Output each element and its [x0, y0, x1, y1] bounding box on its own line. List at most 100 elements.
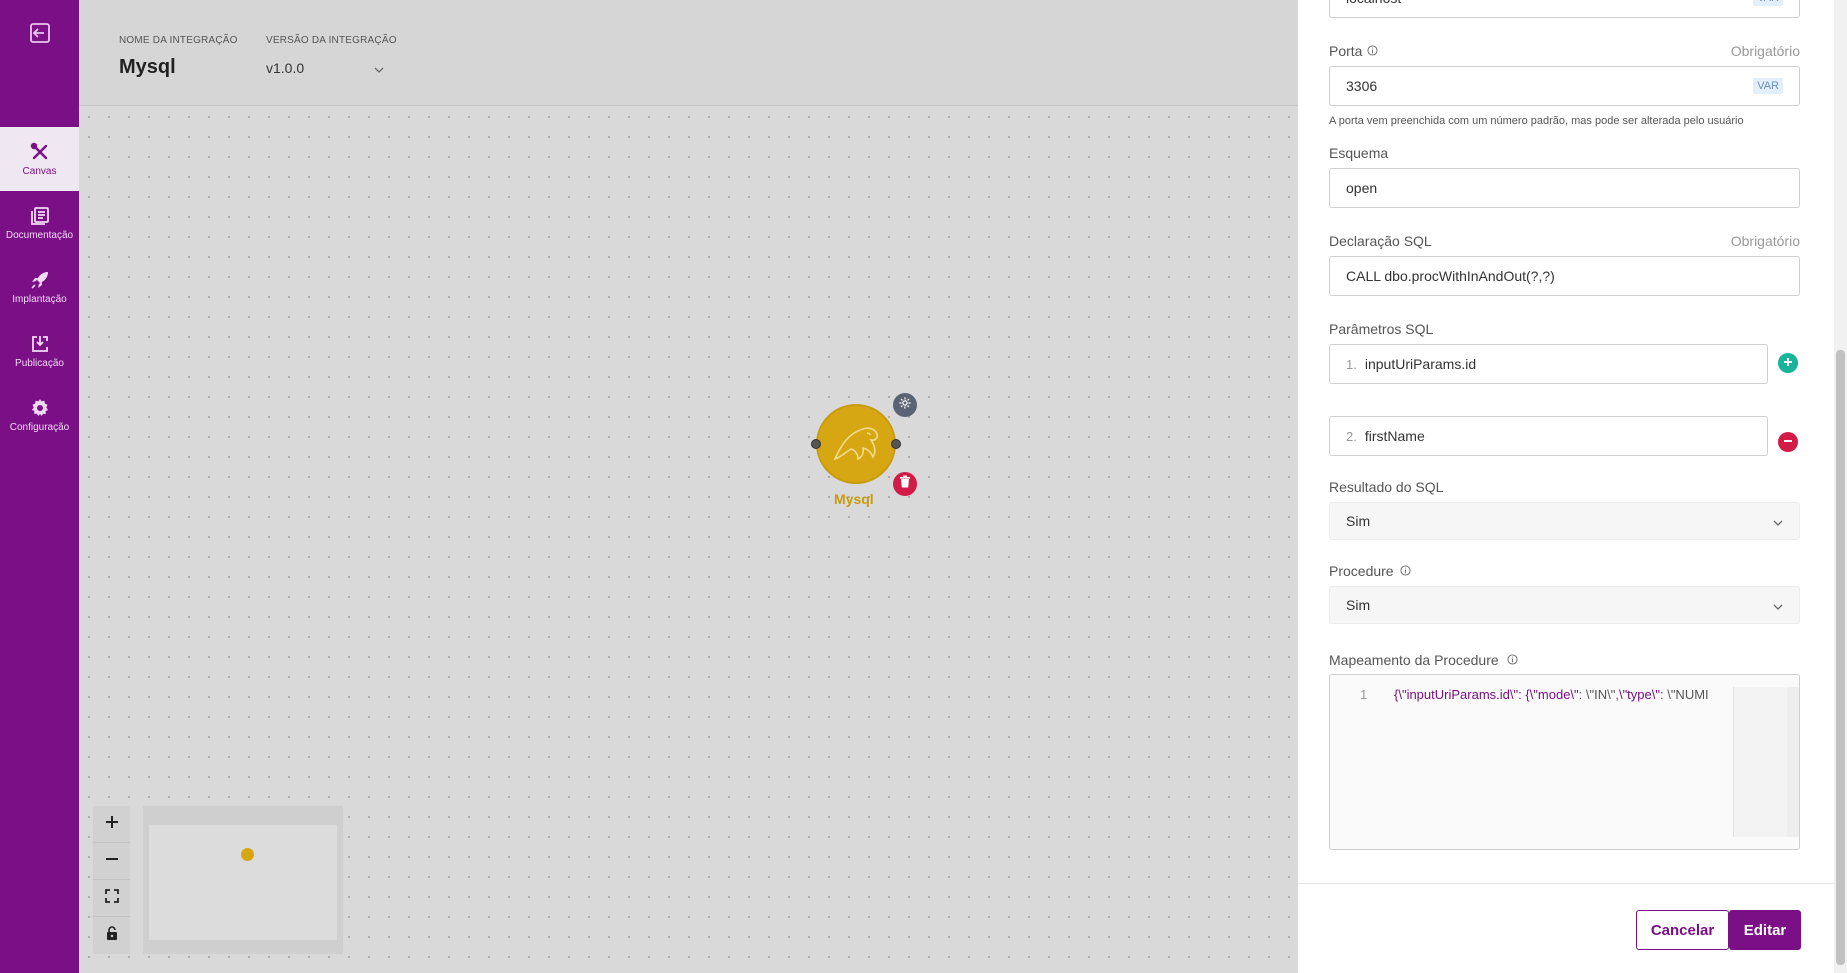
sidebar-item-publicacao[interactable]: Publicação [0, 319, 79, 383]
sql-param-input[interactable]: 2. firstName [1329, 416, 1768, 456]
procedure-label: Procedure [1329, 563, 1394, 579]
host-value: localhost [1346, 0, 1401, 6]
zoom-in-button[interactable] [93, 806, 130, 843]
sidebar-item-label: Implantação [12, 294, 67, 305]
panel-scrollbar[interactable] [1834, 0, 1847, 973]
integration-name-label: NOME DA INTEGRAÇÃO [119, 35, 238, 46]
line-number: 1 [1360, 687, 1368, 702]
sidebar-item-label: Publicação [15, 358, 64, 369]
editor-scrollbar[interactable] [1787, 687, 1799, 837]
integration-version-label: VERSÃO DA INTEGRAÇÃO [266, 35, 397, 46]
sidebar-item-label: Canvas [22, 166, 57, 177]
integration-name: Mysql [119, 56, 176, 78]
remove-param-button[interactable] [1778, 432, 1798, 452]
add-param-button[interactable] [1778, 353, 1798, 373]
document-icon [29, 205, 51, 227]
sidebar-item-configuracao[interactable]: Configuração [0, 383, 79, 447]
panel-footer: Cancelar Editar [1298, 883, 1847, 973]
chevron-down-icon [374, 60, 384, 76]
port-value: 3306 [1346, 78, 1378, 94]
sidebar-item-label: Configuração [9, 422, 70, 433]
info-icon[interactable] [1367, 43, 1379, 59]
plus-icon [105, 815, 119, 834]
schema-input[interactable]: open [1329, 168, 1800, 208]
schema-value: open [1346, 180, 1378, 196]
port-hint: A porta vem preenchida com um número pad… [1329, 115, 1744, 127]
mysql-node[interactable] [816, 404, 896, 484]
exit-button[interactable] [0, 0, 79, 127]
node-output-handle[interactable] [891, 439, 901, 449]
code-text: {\"inputUriParams.id\": {\"mode\": \"IN\… [1394, 687, 1709, 702]
info-icon[interactable] [1400, 563, 1411, 579]
zoom-out-button[interactable] [93, 843, 130, 880]
result-value: Sim [1346, 513, 1371, 529]
result-label: Resultado do SQL [1329, 479, 1444, 495]
minus-icon [1783, 433, 1793, 451]
sidebar: Canvas Documentação Implantação Publicaç… [0, 0, 79, 973]
fullscreen-icon [104, 888, 119, 908]
required-tag: Obrigatório [1730, 43, 1800, 59]
var-badge[interactable]: VAR [1753, 78, 1783, 94]
sql-input[interactable]: CALL dbo.procWithInAndOut(?,?) [1329, 256, 1800, 296]
sql-value: CALL dbo.procWithInAndOut(?,?) [1346, 268, 1555, 284]
zoom-controls [93, 806, 130, 954]
edit-button[interactable]: Editar [1729, 910, 1801, 950]
param-value: inputUriParams.id [1364, 356, 1477, 372]
port-input[interactable]: 3306 VAR [1329, 66, 1800, 106]
param-number: 1. [1346, 356, 1357, 372]
scrollbar-thumb[interactable] [1836, 350, 1845, 965]
integration-name-block: NOME DA INTEGRAÇÃO Mysql [119, 35, 238, 79]
download-box-icon [29, 333, 51, 355]
code-key: {\"inputUriParams.id\": {\"mode\" [1394, 687, 1579, 702]
node-label: Mysql [834, 491, 874, 507]
plus-icon [1783, 354, 1793, 372]
chevron-down-icon [1773, 513, 1783, 529]
procedure-select[interactable]: Sim [1329, 586, 1800, 624]
params-label-row: Parâmetros SQL [1329, 321, 1800, 337]
gear-icon [898, 396, 912, 415]
port-label-row: Porta Obrigatório [1329, 43, 1800, 59]
minus-icon [105, 852, 119, 871]
rocket-icon [29, 269, 51, 291]
params-label: Parâmetros SQL [1329, 321, 1434, 337]
mapping-label-row: Mapeamento da Procedure [1329, 652, 1800, 668]
cancel-button[interactable]: Cancelar [1636, 910, 1729, 950]
version-value: v1.0.0 [266, 60, 305, 76]
trash-icon [899, 475, 911, 493]
host-input[interactable]: localhost VAR [1329, 0, 1800, 18]
sql-param-input[interactable]: 1. inputUriParams.id [1329, 344, 1768, 384]
lock-button[interactable] [93, 917, 130, 954]
integration-version-block: VERSÃO DA INTEGRAÇÃO v1.0.0 [266, 35, 397, 76]
chevron-down-icon [1773, 597, 1783, 613]
info-icon[interactable] [1507, 652, 1518, 668]
sidebar-item-canvas[interactable]: Canvas [0, 127, 79, 191]
node-input-handle[interactable] [811, 439, 821, 449]
var-badge[interactable]: VAR [1753, 0, 1783, 6]
sidebar-item-documentacao[interactable]: Documentação [0, 191, 79, 255]
param-number: 2. [1346, 428, 1357, 444]
minimap-node [241, 848, 254, 861]
minimap-viewport [149, 825, 337, 940]
result-select[interactable]: Sim [1329, 502, 1800, 540]
result-label-row: Resultado do SQL [1329, 479, 1800, 495]
sql-label: Declaração SQL [1329, 233, 1432, 249]
required-tag: Obrigatório [1730, 233, 1800, 249]
node-settings-button[interactable] [893, 393, 917, 417]
version-select[interactable]: v1.0.0 [266, 60, 397, 76]
code-plain: : \"NUMI [1659, 687, 1709, 702]
param-value: firstName [1364, 428, 1425, 444]
schema-label: Esquema [1329, 145, 1389, 161]
editor-minimap[interactable] [1733, 687, 1787, 837]
fit-view-button[interactable] [93, 880, 130, 917]
port-label: Porta [1329, 43, 1363, 59]
code-plain: : \"IN\", [1578, 687, 1619, 702]
minimap[interactable] [143, 806, 343, 954]
exit-icon [29, 22, 51, 49]
node-delete-button[interactable] [893, 472, 917, 496]
procedure-mapping-editor[interactable]: 1 {\"inputUriParams.id\": {\"mode\": \"I… [1329, 674, 1800, 850]
schema-label-row: Esquema [1329, 145, 1800, 161]
canvas-tools-icon [29, 141, 51, 163]
unlock-icon [106, 926, 118, 945]
sql-label-row: Declaração SQL Obrigatório [1329, 233, 1800, 249]
sidebar-item-implantacao[interactable]: Implantação [0, 255, 79, 319]
